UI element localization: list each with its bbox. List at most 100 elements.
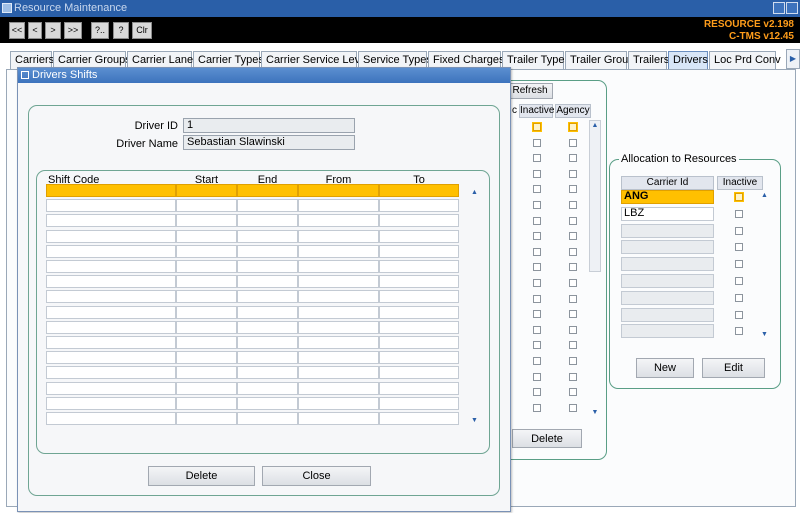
shifts-scrollbar[interactable]: ▲ ▼: [469, 186, 480, 427]
allocation-inactive-checkbox[interactable]: [735, 209, 743, 218]
driver-agency-checkbox[interactable]: [569, 403, 577, 412]
driver-inactive-checkbox[interactable]: [533, 232, 541, 241]
shift-cell[interactable]: [237, 290, 298, 304]
shift-cell[interactable]: [298, 244, 379, 258]
shift-cell[interactable]: [379, 366, 459, 380]
driver-agency-checkbox[interactable]: [569, 341, 577, 350]
driver-agency-checkbox[interactable]: [569, 310, 577, 319]
shift-cell[interactable]: [46, 229, 176, 243]
driver-inactive-checkbox[interactable]: [533, 325, 541, 334]
shift-cell[interactable]: [176, 229, 237, 243]
new-button[interactable]: New: [636, 358, 694, 378]
shift-cell[interactable]: [237, 366, 298, 380]
shift-cell[interactable]: [46, 184, 176, 197]
driver-agency-checkbox[interactable]: [569, 357, 577, 365]
next-record-button[interactable]: >: [45, 22, 61, 39]
driver-agency-checkbox[interactable]: [569, 372, 577, 381]
drivers-scrollbar-top[interactable]: ▲: [589, 120, 601, 272]
shift-cell[interactable]: [379, 320, 459, 334]
shift-cell[interactable]: [379, 275, 459, 289]
shift-cell[interactable]: [379, 396, 459, 410]
shifts-scroll-up-icon[interactable]: ▲: [469, 188, 480, 197]
shift-cell[interactable]: [298, 381, 379, 395]
allocation-inactive-checkbox[interactable]: [735, 293, 743, 302]
carrier-id-cell[interactable]: [621, 274, 714, 288]
driver-agency-checkbox[interactable]: [569, 201, 577, 209]
driver-inactive-checkbox[interactable]: [533, 123, 541, 131]
tab-loc-prd-conv[interactable]: Loc Prd Conv: [709, 51, 781, 69]
shift-cell[interactable]: [379, 199, 459, 213]
shift-cell[interactable]: [237, 381, 298, 395]
shift-cell[interactable]: [176, 290, 237, 304]
clear-button[interactable]: Clr: [132, 22, 152, 39]
shift-cell[interactable]: [298, 396, 379, 410]
driver-inactive-checkbox[interactable]: [533, 357, 541, 365]
help-button[interactable]: ?: [113, 22, 129, 39]
allocation-inactive-checkbox[interactable]: [735, 243, 743, 252]
shift-cell[interactable]: [379, 351, 459, 365]
shift-cell[interactable]: [298, 275, 379, 289]
shift-cell[interactable]: [237, 199, 298, 213]
shift-cell[interactable]: [379, 305, 459, 319]
shift-cell[interactable]: [176, 199, 237, 213]
tab-scroll-right-icon[interactable]: ▶: [786, 49, 800, 69]
shift-cell[interactable]: [379, 184, 459, 197]
carrier-id-cell[interactable]: [621, 324, 714, 339]
shift-cell[interactable]: [176, 336, 237, 349]
shift-cell[interactable]: [379, 290, 459, 304]
shift-cell[interactable]: [298, 351, 379, 365]
shift-cell[interactable]: [379, 412, 459, 425]
shift-cell[interactable]: [46, 244, 176, 258]
shift-cell[interactable]: [46, 320, 176, 334]
last-record-button[interactable]: >>: [64, 22, 82, 39]
driver-agency-checkbox[interactable]: [569, 247, 577, 256]
shift-cell[interactable]: [46, 412, 176, 425]
shift-cell[interactable]: [298, 184, 379, 197]
driver-inactive-checkbox[interactable]: [533, 372, 541, 381]
scroll-down-icon[interactable]: ▼: [589, 408, 601, 417]
dialog-close-button[interactable]: Close: [262, 466, 371, 486]
dialog-delete-button[interactable]: Delete: [148, 466, 255, 486]
driver-inactive-checkbox[interactable]: [533, 247, 541, 256]
shift-cell[interactable]: [176, 381, 237, 395]
alloc-scroll-down-icon[interactable]: ▼: [759, 330, 770, 339]
shift-cell[interactable]: [176, 184, 237, 197]
shifts-scroll-down-icon[interactable]: ▼: [469, 416, 480, 425]
driver-inactive-checkbox[interactable]: [533, 201, 541, 209]
minimize-button[interactable]: [773, 2, 785, 14]
alloc-scroll-up-icon[interactable]: ▲: [759, 191, 770, 200]
driver-agency-checkbox[interactable]: [569, 185, 577, 194]
driver-agency-checkbox[interactable]: [569, 325, 577, 334]
driver-name-field[interactable]: Sebastian Slawinski: [183, 135, 355, 150]
shift-cell[interactable]: [298, 366, 379, 380]
driver-agency-checkbox[interactable]: [569, 232, 577, 241]
allocation-inactive-checkbox[interactable]: [735, 310, 743, 319]
allocation-inactive-checkbox[interactable]: [735, 193, 743, 201]
shift-cell[interactable]: [237, 336, 298, 349]
shift-cell[interactable]: [298, 199, 379, 213]
drivers-scrollbar-bottom[interactable]: ▼: [589, 370, 601, 420]
scroll-up-icon[interactable]: ▲: [590, 121, 600, 130]
shift-cell[interactable]: [379, 381, 459, 395]
shift-cell[interactable]: [237, 229, 298, 243]
tab-trailer-types[interactable]: Trailer Types: [502, 51, 570, 69]
allocation-inactive-checkbox[interactable]: [735, 277, 743, 285]
previous-record-button[interactable]: <: [28, 22, 42, 39]
shift-cell[interactable]: [237, 260, 298, 273]
driver-agency-checkbox[interactable]: [569, 388, 577, 397]
shift-cell[interactable]: [237, 244, 298, 258]
shift-cell[interactable]: [237, 396, 298, 410]
shift-cell[interactable]: [46, 199, 176, 213]
tab-trailers[interactable]: Trailers: [628, 51, 669, 69]
shift-cell[interactable]: [379, 244, 459, 258]
shift-cell[interactable]: [46, 396, 176, 410]
shift-cell[interactable]: [176, 275, 237, 289]
driver-agency-checkbox[interactable]: [569, 123, 577, 131]
shift-cell[interactable]: [237, 412, 298, 425]
shift-cell[interactable]: [237, 214, 298, 228]
carrier-id-cell[interactable]: ANG: [621, 190, 714, 204]
carrier-id-cell[interactable]: [621, 257, 714, 272]
shift-cell[interactable]: [46, 305, 176, 319]
tab-trailer-group[interactable]: Trailer Group: [565, 51, 634, 69]
shift-cell[interactable]: [379, 214, 459, 228]
